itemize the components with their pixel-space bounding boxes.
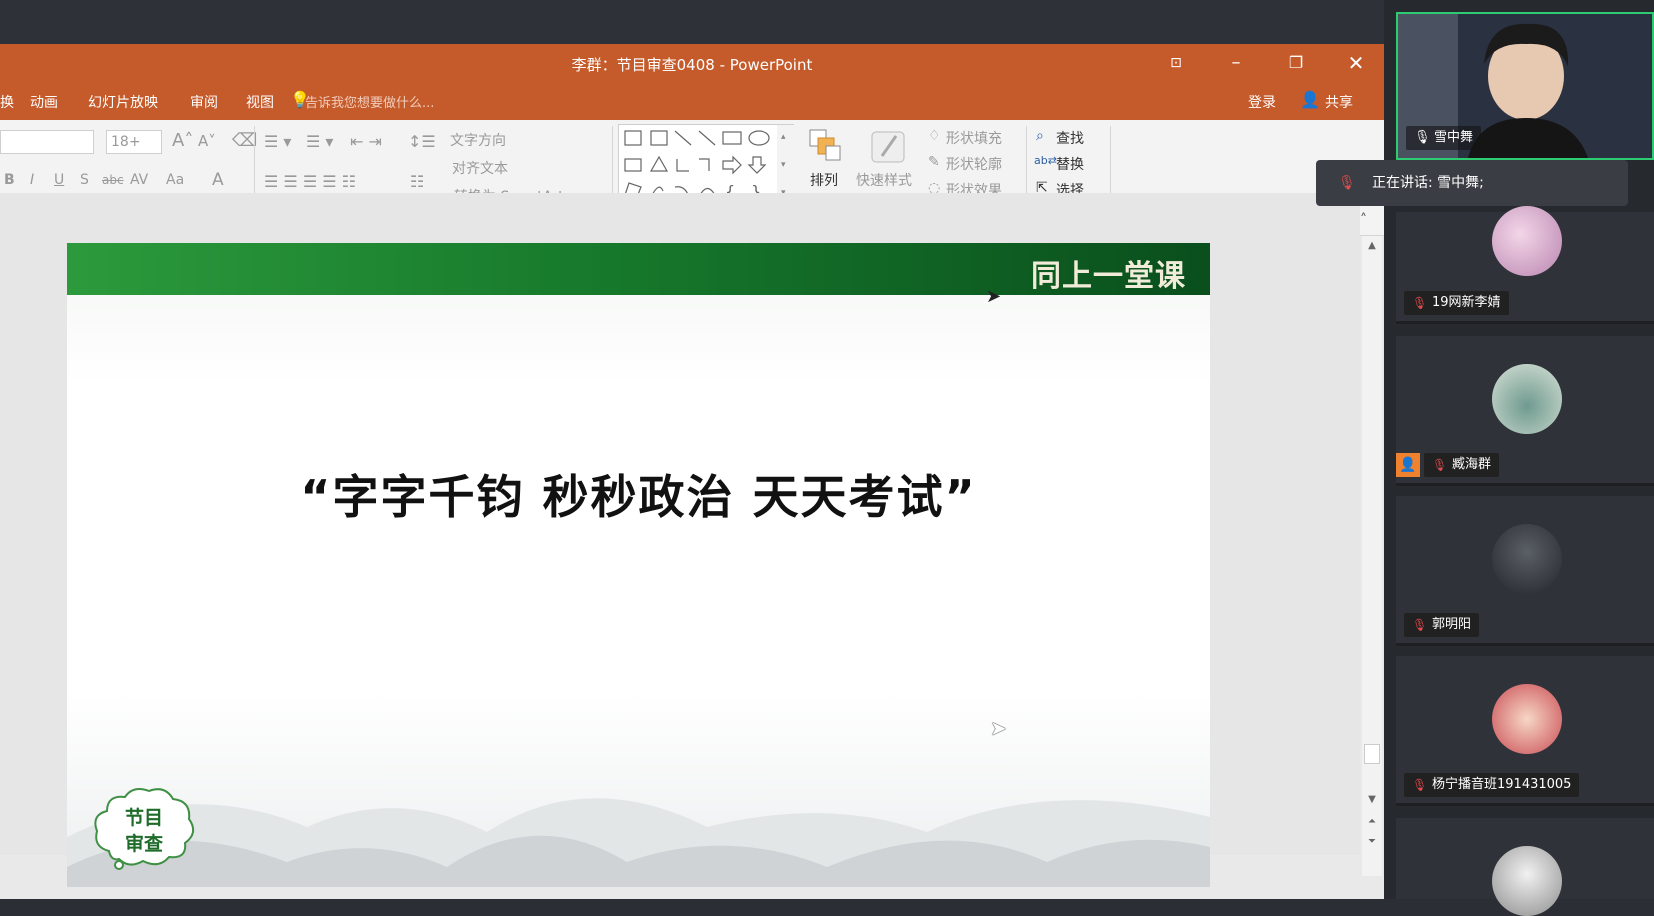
- cursor-icon: ➤: [990, 716, 1007, 740]
- replace-button[interactable]: 替换: [1056, 154, 1084, 174]
- tab-transitions[interactable]: 换: [0, 92, 14, 112]
- badge-line-2: 审查: [124, 833, 163, 855]
- previous-slide-icon[interactable]: ⏶: [1364, 814, 1380, 830]
- slide-header-band: 同上一堂课: [67, 243, 1210, 295]
- arrange-button[interactable]: 排列: [810, 170, 838, 190]
- arrange-icon[interactable]: [808, 128, 842, 164]
- text-direction-button[interactable]: 文字方向: [450, 130, 506, 150]
- font-size-input[interactable]: 18+: [106, 130, 162, 154]
- participant-name: 郭明阳: [1432, 617, 1472, 632]
- minimize-button[interactable]: –: [1216, 50, 1256, 76]
- participant-name: 19网新李婧: [1432, 295, 1501, 310]
- speaking-indicator: 🎙 正在讲话: 雪中舞;: [1316, 160, 1628, 206]
- participant-name: 雪中舞: [1434, 130, 1474, 145]
- bold-button[interactable]: B: [4, 172, 15, 188]
- slide-canvas[interactable]: 同上一堂课 “字字千钧 秒秒政治 天天考试” 节目 审查: [67, 243, 1210, 887]
- grow-font-icon[interactable]: A˄: [172, 130, 193, 151]
- align-icons[interactable]: ☰ ☰ ☰ ☰ ☷: [264, 172, 356, 191]
- tab-slideshow[interactable]: 幻灯片放映: [88, 92, 158, 112]
- collapse-ribbon-icon[interactable]: ˄: [1360, 212, 1367, 228]
- columns-icon[interactable]: ☷: [410, 172, 424, 191]
- char-spacing-button[interactable]: AV: [130, 172, 148, 188]
- muted-microphone-icon: 🎙: [1432, 458, 1448, 472]
- avatar: [1492, 524, 1562, 594]
- svg-text:▾: ▾: [781, 160, 786, 170]
- muted-microphone-icon: 🎙: [1412, 778, 1428, 792]
- svg-text:▴: ▴: [781, 132, 786, 142]
- mountain-background: [67, 798, 1210, 887]
- pen-icon: ✎: [928, 154, 940, 170]
- shapes-gallery[interactable]: { } ▴ ▾ ▾: [618, 124, 795, 205]
- muted-microphone-icon: 🎙: [1412, 296, 1428, 310]
- video-tile-speaker[interactable]: 🎙 雪中舞: [1396, 12, 1654, 160]
- muted-microphone-icon: 🎙: [1338, 175, 1356, 191]
- speaking-text: 正在讲话: 雪中舞;: [1372, 175, 1484, 191]
- align-text-button[interactable]: 对齐文本: [452, 158, 508, 178]
- slide-scrollbar[interactable]: ▲ ▼ ⏶ ⏷: [1362, 236, 1382, 876]
- participant-tile[interactable]: 👤 🎙 臧海群: [1396, 336, 1654, 486]
- badge-line-1: 节目: [124, 807, 163, 829]
- participant-name-chip: 🎙 臧海群: [1424, 453, 1500, 477]
- participant-tile[interactable]: 🎙 19网新李婧: [1396, 206, 1654, 324]
- tab-view[interactable]: 视图: [246, 92, 274, 112]
- slide-quote[interactable]: “字字千钧 秒秒政治 天天考试”: [67, 461, 1210, 527]
- participant-tile[interactable]: 🎙 郭明阳: [1396, 496, 1654, 646]
- quick-styles-button[interactable]: 快速样式: [856, 170, 912, 190]
- cursor-icon: ➤: [986, 286, 1002, 307]
- shape-outline-button[interactable]: 形状轮廓: [946, 154, 1002, 174]
- participant-name: 臧海群: [1452, 457, 1492, 472]
- find-button[interactable]: 查找: [1056, 128, 1084, 148]
- font-color-button[interactable]: A: [212, 170, 224, 190]
- participants-panel: 🎙 雪中舞 🎙 19网新李婧 👤 🎙 臧海群 🎙 郭明阳 🎙 杨宁播音班1914…: [1384, 0, 1654, 916]
- avatar: [1492, 846, 1562, 916]
- strikethrough-button[interactable]: abc: [102, 173, 124, 187]
- line-spacing-icon[interactable]: ↕☰: [408, 132, 436, 151]
- participant-tile[interactable]: 🎙 杨宁播音班191431005: [1396, 656, 1654, 806]
- tab-review[interactable]: 审阅: [190, 92, 218, 112]
- participant-tile[interactable]: [1396, 818, 1654, 916]
- participant-name-chip: 🎙 19网新李婧: [1404, 291, 1509, 315]
- underline-button[interactable]: U: [54, 172, 64, 188]
- scroll-up-icon[interactable]: ▲: [1364, 238, 1380, 254]
- avatar: [1492, 684, 1562, 754]
- shadow-button[interactable]: S: [80, 172, 89, 188]
- tell-me-search[interactable]: 告诉我您想要做什么...: [305, 92, 434, 111]
- participant-name-chip: 🎙 杨宁播音班191431005: [1404, 773, 1580, 797]
- shape-fill-button[interactable]: 形状填充: [946, 128, 1002, 148]
- scroll-down-icon[interactable]: ▼: [1364, 792, 1380, 808]
- bullets-icon[interactable]: ☰ ▾: [264, 132, 291, 151]
- paint-bucket-icon: ♢: [928, 128, 941, 144]
- brand-logo-text: 同上一堂课: [1031, 259, 1186, 294]
- avatar: [1492, 206, 1562, 276]
- person-icon: 👤: [1300, 90, 1320, 109]
- restore-button[interactable]: ❐: [1276, 50, 1316, 76]
- ribbon-display-icon[interactable]: ⊡: [1156, 50, 1196, 76]
- close-button[interactable]: ✕: [1336, 50, 1376, 76]
- microphone-icon: 🎙: [1414, 130, 1431, 145]
- change-case-button[interactable]: Aa: [166, 172, 184, 188]
- numbering-icon[interactable]: ☰ ▾: [306, 132, 333, 151]
- replace-icon: ab⇄: [1034, 154, 1057, 167]
- host-icon: 👤: [1396, 453, 1420, 477]
- scroll-thumb[interactable]: [1364, 744, 1380, 764]
- title-bar: 李群：节目审查0408 - PowerPoint ⊡ – ❐ ✕: [0, 44, 1384, 82]
- italic-button[interactable]: I: [30, 172, 34, 188]
- next-slide-icon[interactable]: ⏷: [1364, 834, 1380, 850]
- ribbon-tabs: 换 动画 幻灯片放映 审阅 视图 💡 告诉我您想要做什么... 登录 👤 共享: [0, 82, 1384, 120]
- quick-styles-icon[interactable]: [868, 126, 908, 166]
- indent-icons[interactable]: ⇤ ⇥: [350, 132, 382, 151]
- tab-animations[interactable]: 动画: [30, 92, 58, 112]
- login-link[interactable]: 登录: [1248, 92, 1276, 112]
- participant-name-chip: 🎙 雪中舞: [1406, 126, 1482, 150]
- search-icon: ⌕: [1036, 128, 1044, 144]
- shrink-font-icon[interactable]: A˅: [198, 132, 216, 150]
- participant-name: 杨宁播音班191431005: [1432, 777, 1572, 792]
- meeting-top-bar: [0, 0, 1384, 44]
- muted-microphone-icon: 🎙: [1412, 618, 1428, 632]
- avatar: [1492, 364, 1562, 434]
- badge-text: 节目 审查: [89, 805, 199, 857]
- share-button[interactable]: 共享: [1325, 92, 1353, 112]
- font-name-input[interactable]: [0, 130, 94, 154]
- participant-name-chip: 🎙 郭明阳: [1404, 613, 1480, 637]
